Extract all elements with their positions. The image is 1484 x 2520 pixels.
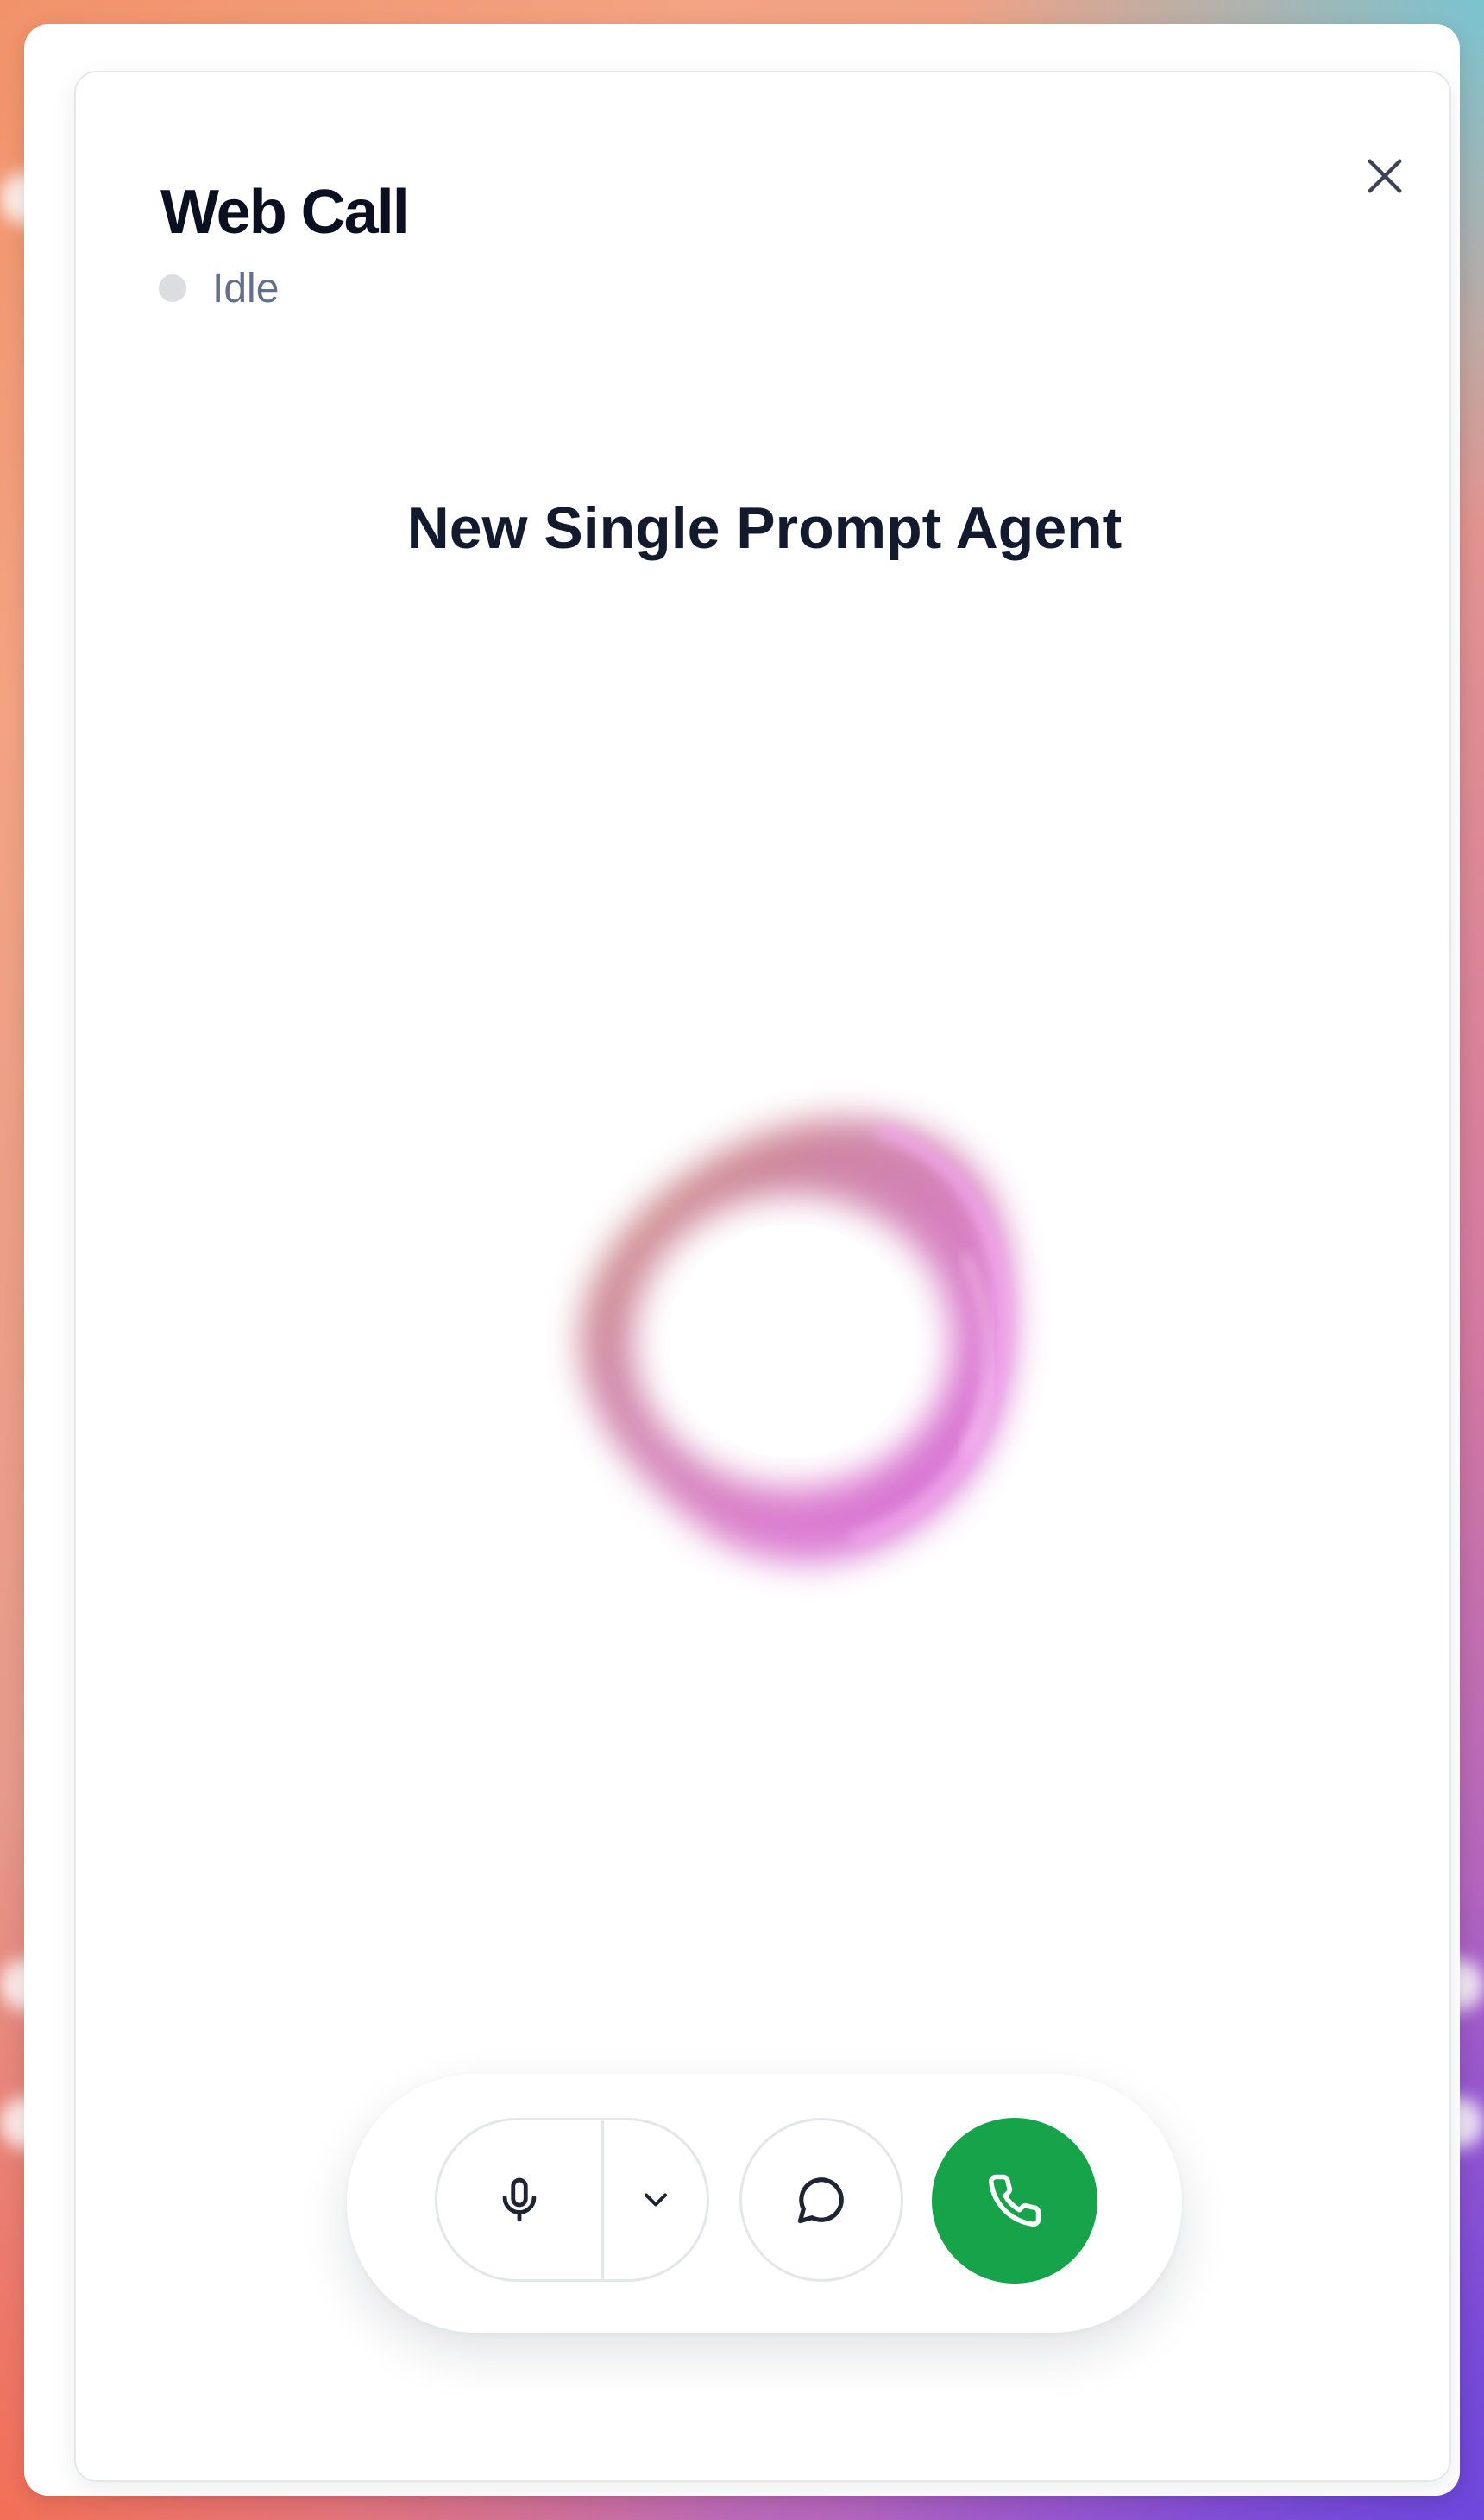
status-label: Idle [212,265,280,312]
microphone-control-group [435,2118,709,2282]
call-status: Idle [159,264,279,312]
mute-microphone-button[interactable] [437,2120,601,2279]
dialog-title: Web Call [160,178,410,247]
microphone-select-dropdown[interactable] [604,2120,707,2279]
web-call-dialog: Web Call Idle New Single Prompt Agent [74,71,1451,2482]
chat-button[interactable] [739,2118,903,2282]
outer-window: Web Call Idle New Single Prompt Agent [24,24,1460,2496]
chat-bubble-icon [797,2177,844,2224]
microphone-icon [502,2177,537,2222]
close-button[interactable] [1342,133,1428,219]
chevron-down-icon [644,2193,667,2207]
close-icon [1368,159,1402,193]
voice-orb [580,1118,1014,1563]
start-call-button[interactable] [932,2118,1097,2284]
call-controls [347,2074,1182,2333]
agent-name: New Single Prompt Agent [406,495,1122,561]
phone-icon [989,2174,1041,2227]
status-dot [159,274,186,302]
